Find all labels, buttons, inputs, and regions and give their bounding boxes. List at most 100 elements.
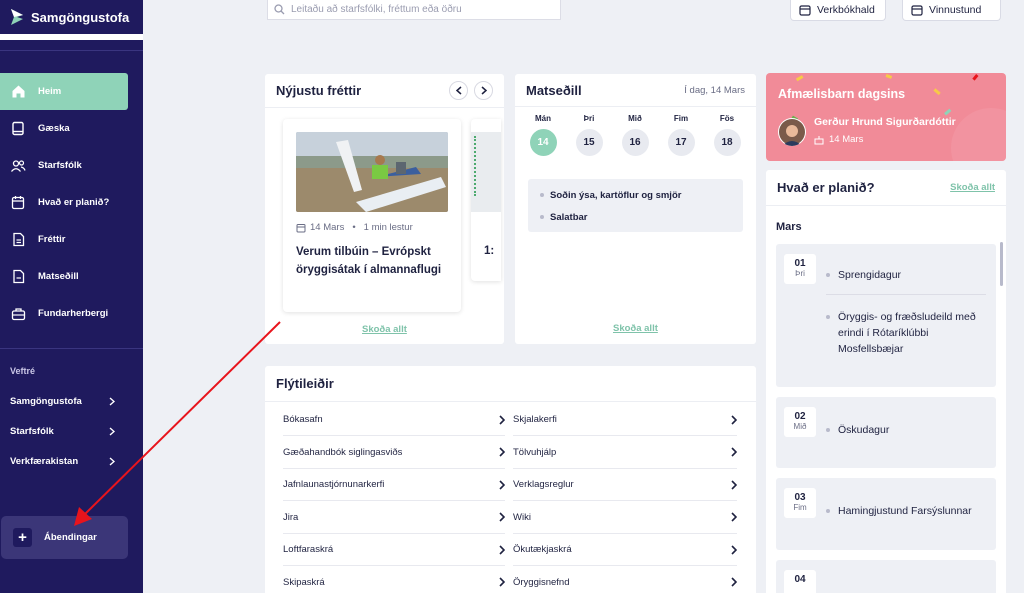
document-icon — [10, 232, 26, 248]
nav-label: Fréttir — [38, 234, 66, 245]
ext-item-samgongustofa[interactable]: Samgöngustofa — [0, 386, 143, 416]
menu-today: Í dag, 14 Mars — [684, 84, 745, 96]
chevron-right-icon — [109, 426, 115, 436]
feedback-button[interactable]: + Ábendingar — [1, 516, 128, 559]
event-date: 02 Mið — [784, 407, 816, 437]
plus-icon: + — [13, 528, 32, 547]
calendar-icon — [296, 223, 306, 232]
event-item: Öryggis- og fræðsludeild með erindi í Ró… — [826, 309, 980, 357]
nav-item-menu[interactable]: Matseðill — [0, 258, 143, 295]
menu-title: Matseðill — [526, 82, 582, 98]
quicklink-label: Tölvuhjálp — [513, 446, 557, 458]
nav-item-meeting-rooms[interactable]: Fundarherbergi — [0, 295, 143, 332]
quicklink-label: Jafnlaunastjórnunarkerfi — [283, 479, 385, 490]
verkbokhald-button[interactable]: Verkbókhald — [790, 0, 886, 21]
nav-label: Hvað er planið? — [38, 197, 110, 208]
button-label: Vinnustund — [929, 4, 982, 16]
news-read-time: 1 min lestur — [363, 222, 413, 233]
chevron-right-icon — [481, 86, 487, 95]
nav-label: Heim — [38, 86, 62, 97]
chevron-right-icon — [109, 396, 115, 406]
day-wed[interactable]: Mið 16 — [612, 114, 658, 156]
chevron-right-icon — [731, 447, 737, 457]
menu-see-all-link[interactable]: Skoða allt — [613, 323, 658, 334]
calendar-icon — [799, 5, 811, 16]
event-item: Hamingjustund Farsýslunnar — [826, 505, 972, 517]
plan-event[interactable]: 04 — [776, 560, 996, 593]
meeting-room-icon — [10, 306, 26, 322]
calendar-icon — [10, 195, 26, 211]
quicklink-item[interactable]: Skipaskrá — [283, 567, 505, 593]
quicklink-item[interactable]: Jafnlaunastjórnunarkerfi — [283, 469, 505, 501]
plan-see-all-link[interactable]: Skoða allt — [950, 182, 995, 193]
chevron-right-icon — [499, 577, 505, 587]
nav-item-news[interactable]: Fréttir — [0, 221, 143, 258]
prev-button[interactable] — [449, 81, 468, 100]
plan-event[interactable]: 02 Mið Öskudagur — [776, 397, 996, 468]
day-thu[interactable]: Fim 17 — [658, 114, 704, 156]
day-mon[interactable]: Mán 14 — [520, 114, 566, 156]
nav-label: Fundarherbergi — [38, 308, 109, 319]
event-date: 04 — [784, 570, 816, 593]
topbar: Leitaðu að starfsfólki, fréttum eða öðru… — [143, 0, 1024, 22]
chevron-left-icon — [455, 86, 461, 95]
quicklink-label: Bókasafn — [283, 414, 323, 425]
plan-header: Hvað er planið? Skoða allt — [766, 170, 1006, 206]
quicklink-item[interactable]: Tölvuhjálp — [513, 437, 737, 469]
cake-icon — [814, 135, 824, 144]
search-icon — [274, 4, 285, 15]
event-date: 03 Fim — [784, 488, 816, 518]
chevron-right-icon — [499, 544, 505, 555]
news-item[interactable]: 14 Mars • 1 min lestur Verum tilbúin – E… — [283, 119, 461, 312]
nav-item-staff[interactable]: Starfsfólk — [0, 147, 143, 184]
day-tue[interactable]: Þri 15 — [566, 114, 612, 156]
menu-header: Matseðill Í dag, 14 Mars — [515, 74, 756, 107]
search-placeholder: Leitaðu að starfsfólki, fréttum eða öðru — [291, 4, 462, 15]
quicklinks-title: Flýtileiðir — [276, 376, 334, 391]
news-see-all-link[interactable]: Skoða allt — [362, 324, 407, 335]
divider — [0, 50, 143, 51]
feedback-label: Ábendingar — [44, 532, 97, 543]
quicklink-item[interactable]: Bókasafn — [283, 404, 505, 436]
book-icon — [10, 121, 26, 137]
quicklink-item[interactable]: Gæðahandbók siglingasviðs — [283, 437, 505, 469]
nav-item-gaeska[interactable]: Gæska — [0, 110, 143, 147]
nav-label: Matseðill — [38, 271, 79, 282]
scrollbar[interactable] — [1000, 242, 1003, 286]
quicklink-item[interactable]: Verklagsreglur — [513, 469, 737, 501]
next-button[interactable] — [474, 81, 493, 100]
chevron-right-icon — [731, 512, 737, 522]
quicklink-item[interactable]: Jira — [283, 502, 505, 534]
search-input[interactable]: Leitaðu að starfsfólki, fréttum eða öðru — [267, 0, 561, 20]
menu-item: Salatbar — [528, 206, 743, 228]
news-item[interactable]: 1: — [471, 119, 501, 281]
menu-items: Soðin ýsa, kartöflur og smjör Salatbar — [528, 179, 743, 232]
quicklink-label: Öryggisnefnd — [513, 576, 570, 588]
quicklink-label: Skipaskrá — [283, 576, 325, 588]
nav-item-plan[interactable]: Hvað er planið? — [0, 184, 143, 221]
menu-panel: Matseðill Í dag, 14 Mars Mán 14 Þri 15 M… — [515, 74, 756, 344]
quicklink-item[interactable]: Ökutækjaskrá — [513, 534, 737, 566]
avatar[interactable] — [778, 118, 806, 146]
nav-item-home[interactable]: Heim — [0, 73, 128, 110]
ext-item-verkfaerakistan[interactable]: Verkfærakistan — [0, 446, 143, 476]
news-headline: Verum tilbúin – Evrópskt öryggisátak í a… — [296, 246, 442, 276]
day-fri[interactable]: Fös 18 — [704, 114, 750, 156]
plan-event[interactable]: 01 Þri Sprengidagur Öryggis- og fræðslud… — [776, 244, 996, 387]
vinnustund-button[interactable]: Vinnustund — [902, 0, 1001, 21]
ext-item-starfsfolk[interactable]: Starfsfólk — [0, 416, 143, 446]
brand[interactable]: Samgöngustofa — [0, 0, 143, 34]
quicklink-item[interactable]: Öryggisnefnd — [513, 567, 737, 593]
plan-event[interactable]: 03 Fim Hamingjustund Farsýslunnar — [776, 478, 996, 550]
quicklink-item[interactable]: Loftfaraskrá — [283, 534, 505, 566]
quicklink-item[interactable]: Skjalakerfi — [513, 404, 737, 436]
calendar-icon — [911, 5, 923, 16]
quicklink-label: Loftfaraskrá — [283, 544, 334, 555]
external-nav: Samgöngustofa Starfsfólk Verkfærakistan — [0, 386, 143, 476]
plan-panel: Hvað er planið? Skoða allt Mars 01 Þri S… — [766, 170, 1006, 593]
event-item: Öskudagur — [826, 424, 889, 436]
news-title: Nýjustu fréttir — [276, 83, 362, 98]
quicklink-item[interactable]: Wiki — [513, 502, 737, 534]
quicklink-label: Verklagsreglur — [513, 479, 574, 490]
carousel-controls — [449, 81, 493, 100]
